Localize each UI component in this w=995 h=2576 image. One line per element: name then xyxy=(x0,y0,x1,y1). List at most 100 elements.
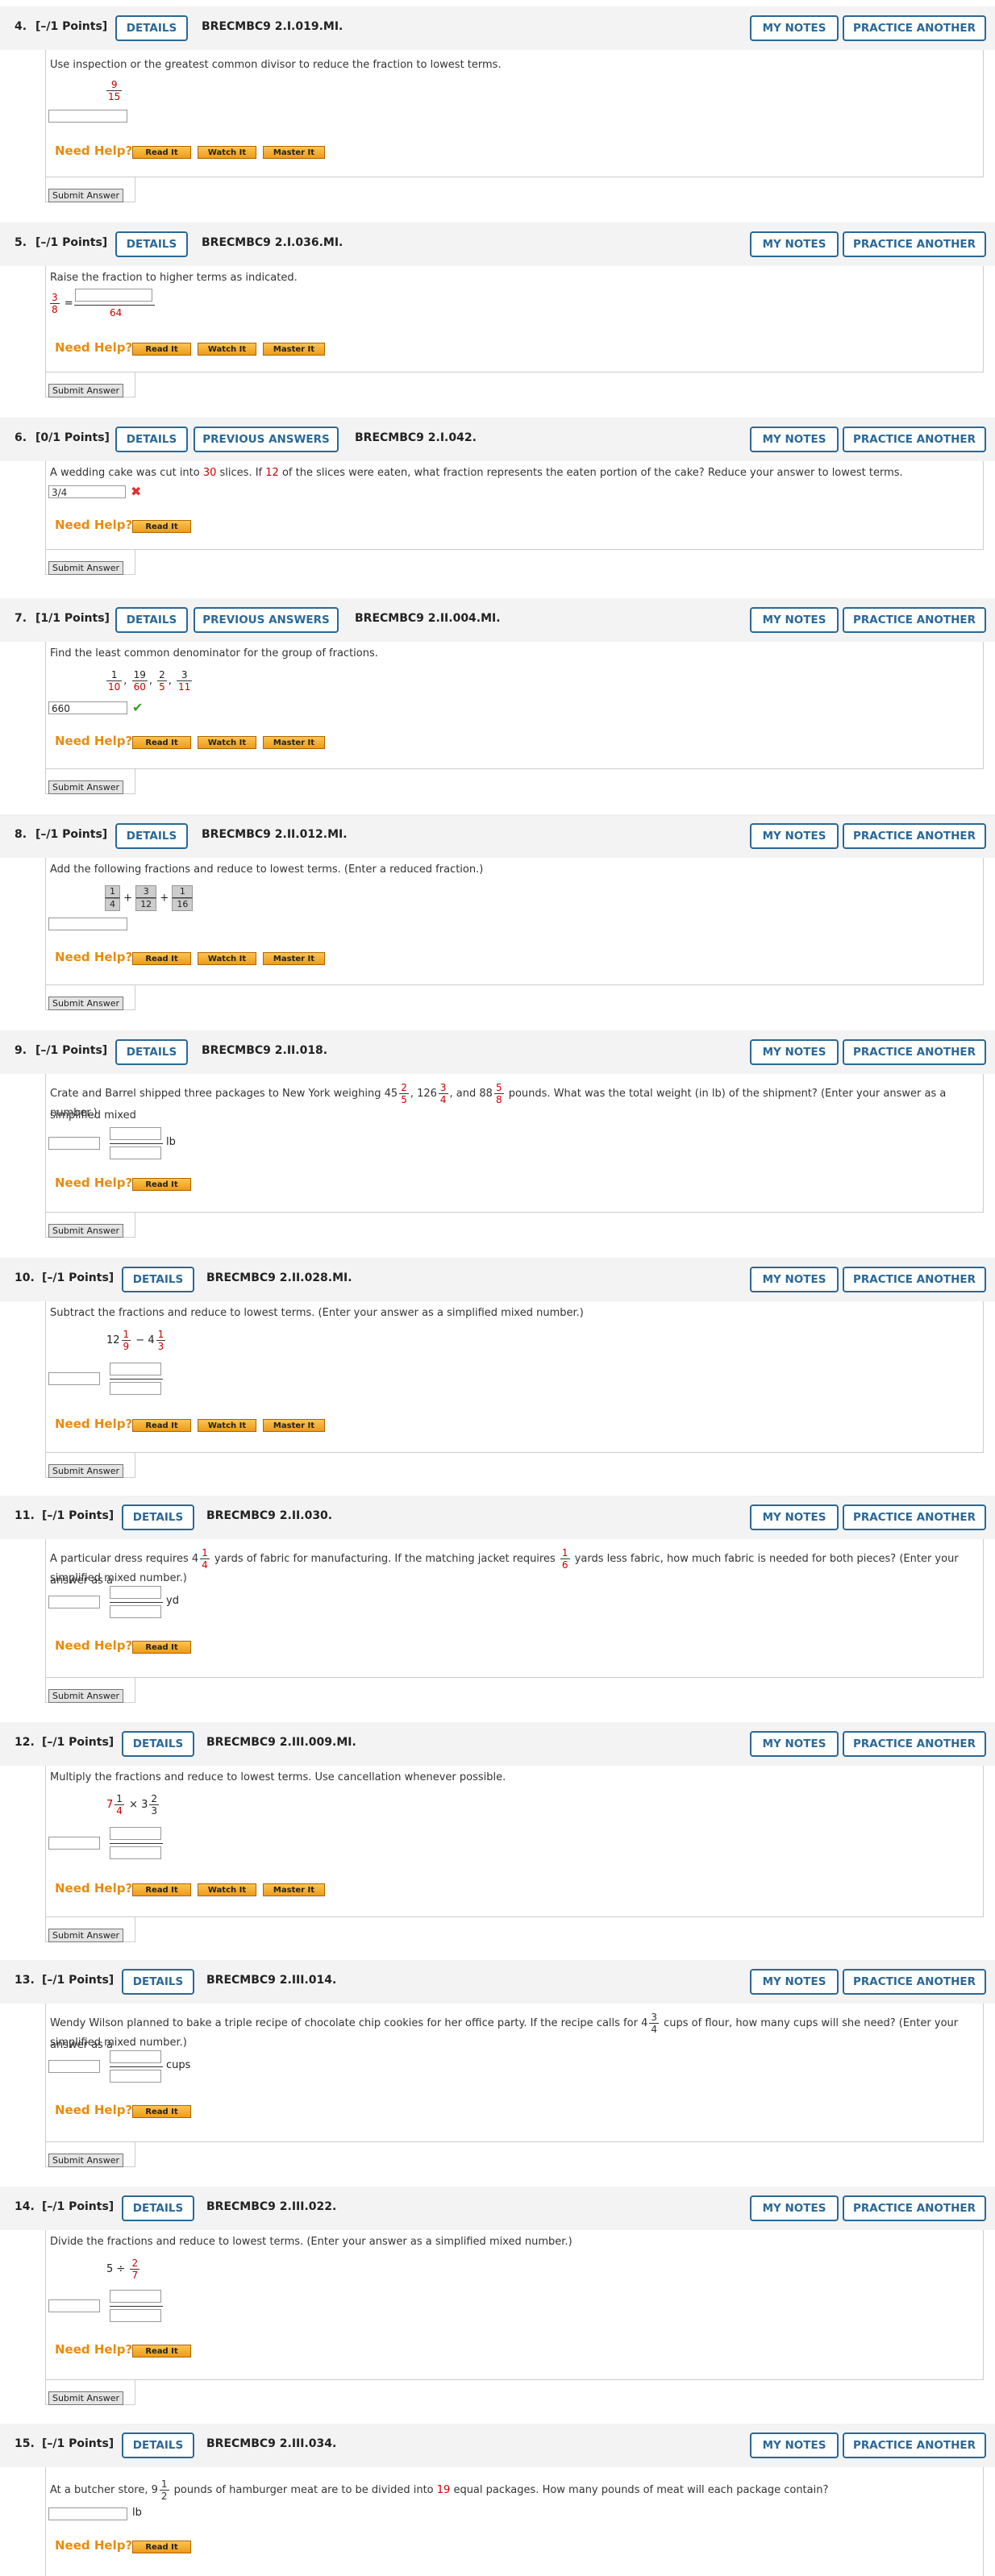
practice-another-button[interactable]: PRACTICE ANOTHER xyxy=(843,231,986,257)
details-button[interactable]: DETAILS xyxy=(115,607,188,633)
submit-answer-button[interactable]: Submit Answer xyxy=(48,1224,123,1238)
denominator-input[interactable] xyxy=(110,1147,161,1159)
read-it-button[interactable]: Read It xyxy=(132,952,191,965)
denominator-input[interactable] xyxy=(110,2070,161,2083)
denominator-input[interactable] xyxy=(110,1382,161,1395)
details-button[interactable]: DETAILS xyxy=(122,1969,194,1995)
denominator-input[interactable] xyxy=(110,1846,161,1859)
details-button[interactable]: DETAILS xyxy=(115,823,188,849)
details-button[interactable]: DETAILS xyxy=(122,2432,194,2458)
watch-it-button[interactable]: Watch It xyxy=(198,1883,256,1896)
my-notes-button[interactable]: MY NOTES xyxy=(750,823,839,849)
watch-it-button[interactable]: Watch It xyxy=(198,343,256,356)
whole-number-input[interactable] xyxy=(48,1596,100,1608)
watch-it-button[interactable]: Watch It xyxy=(198,146,256,159)
submit-answer-button[interactable]: Submit Answer xyxy=(48,1929,123,1942)
practice-another-button[interactable]: PRACTICE ANOTHER xyxy=(843,607,986,633)
practice-another-button[interactable]: PRACTICE ANOTHER xyxy=(843,1969,986,1995)
numerator-input[interactable] xyxy=(110,2050,161,2063)
read-it-button[interactable]: Read It xyxy=(132,736,191,749)
numerator-input[interactable] xyxy=(75,289,152,302)
numerator-input[interactable] xyxy=(110,1363,161,1375)
whole-number-input[interactable] xyxy=(48,2060,100,2073)
read-it-button[interactable]: Read It xyxy=(132,146,191,159)
practice-another-button[interactable]: PRACTICE ANOTHER xyxy=(843,427,986,452)
master-it-button[interactable]: Master It xyxy=(263,146,325,159)
master-it-button[interactable]: Master It xyxy=(263,736,325,749)
master-it-button[interactable]: Master It xyxy=(263,1419,325,1432)
read-it-button[interactable]: Read It xyxy=(132,2105,191,2118)
watch-it-button[interactable]: Watch It xyxy=(198,952,256,965)
numerator-input[interactable] xyxy=(110,1586,161,1599)
points: [–/1 Points] xyxy=(42,2437,114,2450)
read-it-button[interactable]: Read It xyxy=(132,343,191,356)
my-notes-button[interactable]: MY NOTES xyxy=(750,427,839,452)
master-it-button[interactable]: Master It xyxy=(263,1883,325,1896)
fraction-input xyxy=(110,2290,163,2324)
practice-another-button[interactable]: PRACTICE ANOTHER xyxy=(843,1504,986,1530)
watch-it-button[interactable]: Watch It xyxy=(198,736,256,749)
practice-another-button[interactable]: PRACTICE ANOTHER xyxy=(843,1731,986,1757)
submit-answer-button[interactable]: Submit Answer xyxy=(48,2391,123,2405)
master-it-button[interactable]: Master It xyxy=(263,952,325,965)
submit-answer-button[interactable]: Submit Answer xyxy=(48,384,123,397)
details-button[interactable]: DETAILS xyxy=(115,427,188,452)
answer-input[interactable]: 3/4 xyxy=(48,485,126,498)
my-notes-button[interactable]: MY NOTES xyxy=(750,1504,839,1530)
answer-input[interactable] xyxy=(48,918,127,930)
my-notes-button[interactable]: MY NOTES xyxy=(750,1969,839,1995)
my-notes-button[interactable]: MY NOTES xyxy=(750,15,839,41)
whole-number-input[interactable] xyxy=(48,1137,100,1150)
whole-number-input[interactable] xyxy=(48,1372,100,1385)
read-it-button[interactable]: Read It xyxy=(132,520,191,533)
practice-another-button[interactable]: PRACTICE ANOTHER xyxy=(843,1267,986,1292)
watch-it-button[interactable]: Watch It xyxy=(198,1419,256,1432)
submit-answer-button[interactable]: Submit Answer xyxy=(48,189,123,202)
submit-answer-button[interactable]: Submit Answer xyxy=(48,2154,123,2167)
numerator-input[interactable] xyxy=(110,1127,161,1140)
my-notes-button[interactable]: MY NOTES xyxy=(750,231,839,257)
whole-number-input[interactable] xyxy=(48,2299,100,2312)
my-notes-button[interactable]: MY NOTES xyxy=(750,607,839,633)
read-it-button[interactable]: Read It xyxy=(132,1641,191,1654)
question-prompt: Multiply the fractions and reduce to low… xyxy=(50,1771,506,1783)
submit-answer-button[interactable]: Submit Answer xyxy=(48,1464,123,1478)
numerator-input[interactable] xyxy=(110,2290,161,2303)
details-button[interactable]: DETAILS xyxy=(122,1504,194,1530)
read-it-button[interactable]: Read It xyxy=(132,1883,191,1896)
practice-another-button[interactable]: PRACTICE ANOTHER xyxy=(843,2195,986,2221)
my-notes-button[interactable]: MY NOTES xyxy=(750,2195,839,2221)
read-it-button[interactable]: Read It xyxy=(132,2541,191,2553)
numerator-input[interactable] xyxy=(110,1827,161,1840)
details-button[interactable]: DETAILS xyxy=(115,231,188,257)
answer-input[interactable] xyxy=(48,2507,127,2520)
answer-input[interactable]: 660 xyxy=(48,701,127,714)
read-it-button[interactable]: Read It xyxy=(132,1419,191,1432)
read-it-button[interactable]: Read It xyxy=(132,1178,191,1191)
read-it-button[interactable]: Read It xyxy=(132,2345,191,2358)
my-notes-button[interactable]: MY NOTES xyxy=(750,1039,839,1065)
details-button[interactable]: DETAILS xyxy=(115,15,188,41)
details-button[interactable]: DETAILS xyxy=(122,1731,194,1757)
denominator-input[interactable] xyxy=(110,2309,161,2322)
details-button[interactable]: DETAILS xyxy=(122,2195,194,2221)
practice-another-button[interactable]: PRACTICE ANOTHER xyxy=(843,15,986,41)
submit-answer-button[interactable]: Submit Answer xyxy=(48,780,123,794)
submit-answer-button[interactable]: Submit Answer xyxy=(48,561,123,575)
submit-answer-button[interactable]: Submit Answer xyxy=(48,997,123,1010)
submit-answer-button[interactable]: Submit Answer xyxy=(48,1689,123,1703)
my-notes-button[interactable]: MY NOTES xyxy=(750,1267,839,1292)
answer-input[interactable] xyxy=(48,110,127,123)
practice-another-button[interactable]: PRACTICE ANOTHER xyxy=(843,2432,986,2458)
denominator-input[interactable] xyxy=(110,1605,161,1618)
details-button[interactable]: DETAILS xyxy=(122,1267,194,1292)
previous-answers-button[interactable]: PREVIOUS ANSWERS xyxy=(194,607,339,633)
previous-answers-button[interactable]: PREVIOUS ANSWERS xyxy=(194,427,339,452)
practice-another-button[interactable]: PRACTICE ANOTHER xyxy=(843,1039,986,1065)
practice-another-button[interactable]: PRACTICE ANOTHER xyxy=(843,823,986,849)
my-notes-button[interactable]: MY NOTES xyxy=(750,1731,839,1757)
whole-number-input[interactable] xyxy=(48,1837,100,1850)
my-notes-button[interactable]: MY NOTES xyxy=(750,2432,839,2458)
master-it-button[interactable]: Master It xyxy=(263,343,325,356)
details-button[interactable]: DETAILS xyxy=(115,1039,188,1065)
